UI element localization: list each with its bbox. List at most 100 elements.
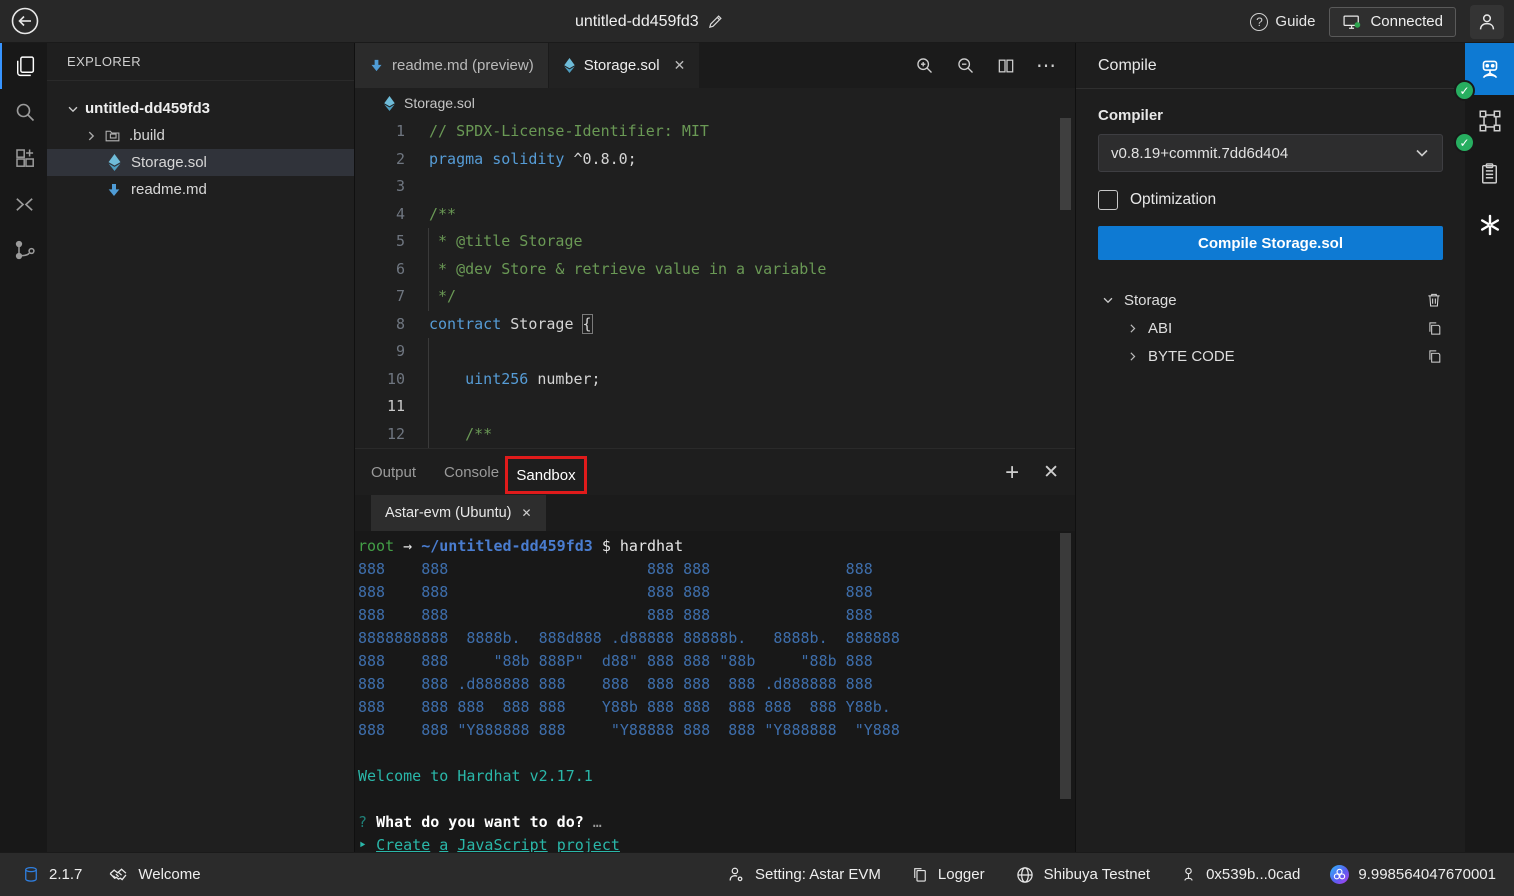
breadcrumb-file: Storage.sol (404, 95, 475, 111)
terminal-line: 888 888 888 888 888 (358, 604, 1075, 627)
tree-root-folder[interactable]: untitled-dd459fd3 (47, 95, 354, 122)
extensions-icon (13, 146, 37, 170)
terminal-line: 888 888 888 888 888 (358, 558, 1075, 581)
guide-button[interactable]: ? Guide (1250, 13, 1315, 31)
close-terminal-icon[interactable]: ✕ (522, 506, 532, 520)
panel-tab-output[interactable]: Output (371, 464, 416, 481)
terminal-scrollbar[interactable] (1060, 533, 1071, 799)
breadcrumb[interactable]: Storage.sol (355, 88, 1075, 118)
tree-item-storage[interactable]: Storage.sol (47, 149, 354, 176)
editor-tab-bar: readme.md (preview) Storage.sol ✕ (355, 43, 1075, 88)
markdown-down-icon (369, 58, 384, 73)
explorer-header: EXPLORER (47, 43, 354, 81)
line-number: 5 (355, 228, 427, 256)
editor-column: readme.md (preview) Storage.sol ✕ (355, 43, 1075, 852)
abi-label: ABI (1148, 320, 1426, 337)
compile-button[interactable]: Compile Storage.sol (1098, 226, 1443, 260)
compile-robot-icon (1477, 56, 1503, 82)
code-line[interactable]: 3 (355, 173, 1075, 201)
panel-ai-assistant[interactable] (1465, 199, 1514, 251)
logger-label: Logger (938, 866, 985, 883)
line-number: 10 (355, 366, 427, 394)
abi-row[interactable]: ABI (1122, 314, 1443, 342)
code-line[interactable]: 7 */ (355, 283, 1075, 311)
code-text: // SPDX-License-Identifier: MIT (427, 118, 709, 146)
terminal-output[interactable]: root → ~/untitled-dd459fd3 $ hardhat888 … (355, 531, 1075, 852)
address-label: 0x539b...0cad (1206, 866, 1300, 883)
zoom-in-icon[interactable] (914, 55, 935, 76)
tab-readme[interactable]: readme.md (preview) (355, 43, 549, 88)
activity-format[interactable] (0, 181, 47, 227)
close-tab-icon[interactable]: ✕ (674, 57, 686, 74)
panel-scan[interactable] (1465, 147, 1514, 199)
sandbox-annotation-box: Sandbox (505, 456, 587, 494)
code-line[interactable]: 11 (355, 393, 1075, 421)
welcome-label: Welcome (138, 866, 200, 883)
panel-tab-bar: Output Console Sandbox + ✕ (355, 448, 1075, 495)
panel-deploy[interactable]: ✓ (1465, 95, 1514, 147)
activity-plugins[interactable] (0, 135, 47, 181)
add-terminal-icon[interactable]: + (1005, 459, 1019, 487)
account-avatar[interactable] (1470, 5, 1504, 39)
panel-compile[interactable]: ✓ (1465, 43, 1514, 95)
tree-item-build[interactable]: .build (47, 122, 354, 149)
delete-contract-button[interactable] (1425, 291, 1443, 309)
tab-storage[interactable]: Storage.sol ✕ (549, 43, 700, 88)
wallet-address[interactable]: 0x539b...0cad (1180, 865, 1300, 884)
code-line[interactable]: 6 * @dev Store & retrieve value in a var… (355, 256, 1075, 284)
contract-name: Storage (1124, 292, 1425, 309)
activity-git-graph[interactable] (0, 227, 47, 273)
line-number: 11 (355, 393, 427, 421)
back-button[interactable] (8, 4, 42, 38)
edit-pencil-icon[interactable] (707, 13, 724, 30)
terminal-line: Welcome to Hardhat v2.17.1 (358, 765, 1075, 788)
code-line[interactable]: 1// SPDX-License-Identifier: MIT (355, 118, 1075, 146)
code-line[interactable]: 12 /** (355, 421, 1075, 449)
wallet-balance[interactable]: 9.998564047670001 (1330, 865, 1496, 884)
compiled-contract-section: Storage ABI (1098, 286, 1443, 370)
compiler-version-select[interactable]: v0.8.19+commit.7dd6d404 (1098, 134, 1443, 172)
logger-button[interactable]: Logger (911, 866, 985, 884)
tree-item-readme[interactable]: readme.md (47, 176, 354, 203)
deploy-success-badge: ✓ (1454, 132, 1475, 153)
line-number: 7 (355, 283, 427, 311)
bytecode-row[interactable]: BYTE CODE (1122, 342, 1443, 370)
contract-storage-row[interactable]: Storage (1098, 286, 1443, 314)
activity-explorer[interactable] (0, 43, 47, 89)
editor-scrollbar[interactable] (1060, 118, 1071, 210)
line-number: 8 (355, 311, 427, 339)
code-text: uint256 number; (427, 366, 601, 394)
monitor-connected-icon (1342, 12, 1362, 32)
panel-tab-sandbox[interactable]: Sandbox (516, 467, 575, 484)
welcome-button[interactable]: Welcome (108, 864, 200, 885)
connected-button[interactable]: Connected (1329, 7, 1456, 37)
terminal-tab-bar: Astar-evm (Ubuntu) ✕ (355, 495, 1075, 531)
terminal-tab-astar-evm[interactable]: Astar-evm (Ubuntu) ✕ (371, 495, 546, 531)
panel-tab-console[interactable]: Console (444, 464, 499, 481)
activity-search[interactable] (0, 89, 47, 135)
chain-setting[interactable]: Setting: Astar EVM (727, 865, 881, 884)
explorer-sidebar: EXPLORER untitled-dd459fd3 (47, 43, 355, 852)
code-editor[interactable]: 1// SPDX-License-Identifier: MIT2pragma … (355, 118, 1075, 448)
code-line[interactable]: 5 * @title Storage (355, 228, 1075, 256)
more-actions-icon[interactable]: ⋯ (1036, 53, 1057, 78)
code-line[interactable]: 2pragma solidity ^0.8.0; (355, 146, 1075, 174)
code-line[interactable]: 8contract Storage { (355, 311, 1075, 339)
ide-version[interactable]: 2.1.7 (22, 865, 82, 884)
copy-bytecode-button[interactable] (1426, 348, 1443, 365)
split-editor-icon[interactable] (996, 56, 1016, 76)
logger-pages-icon (911, 866, 929, 884)
code-line[interactable]: 10 uint256 number; (355, 366, 1075, 394)
network-indicator[interactable]: Shibuya Testnet (1015, 865, 1150, 885)
setting-label: Setting: Astar EVM (755, 866, 881, 883)
copy-abi-button[interactable] (1426, 320, 1443, 337)
network-label: Shibuya Testnet (1044, 866, 1150, 883)
code-line[interactable]: 4/** (355, 201, 1075, 229)
location-pin-icon (1180, 865, 1197, 884)
optimization-checkbox[interactable] (1098, 190, 1118, 210)
chevron-right-icon (1122, 322, 1142, 335)
git-branch-icon (13, 238, 37, 262)
code-line[interactable]: 9 (355, 338, 1075, 366)
close-panel-icon[interactable]: ✕ (1043, 461, 1059, 484)
zoom-out-icon[interactable] (955, 55, 976, 76)
